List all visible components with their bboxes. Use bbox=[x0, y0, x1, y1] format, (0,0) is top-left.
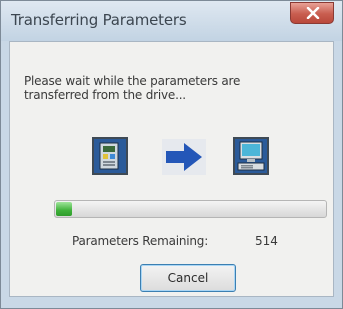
progress-fill bbox=[56, 202, 73, 216]
parameters-remaining-count: 514 bbox=[255, 234, 278, 248]
close-button[interactable] bbox=[290, 2, 334, 24]
arrow-right-icon bbox=[162, 139, 206, 175]
dialog-window: Transferring Parameters Please wait whil… bbox=[0, 0, 343, 309]
transfer-progress-bar bbox=[54, 200, 327, 218]
drive-icon bbox=[92, 137, 128, 175]
dialog-body: Please wait while the parameters are tra… bbox=[9, 41, 334, 297]
title-bar[interactable]: Transferring Parameters bbox=[1, 1, 342, 41]
close-icon bbox=[306, 7, 320, 19]
computer-icon bbox=[233, 137, 269, 175]
cancel-button[interactable]: Cancel bbox=[140, 264, 236, 292]
parameters-remaining-label: Parameters Remaining: bbox=[72, 234, 209, 248]
wait-message: Please wait while the parameters are tra… bbox=[24, 74, 241, 102]
window-title: Transferring Parameters bbox=[11, 11, 187, 29]
